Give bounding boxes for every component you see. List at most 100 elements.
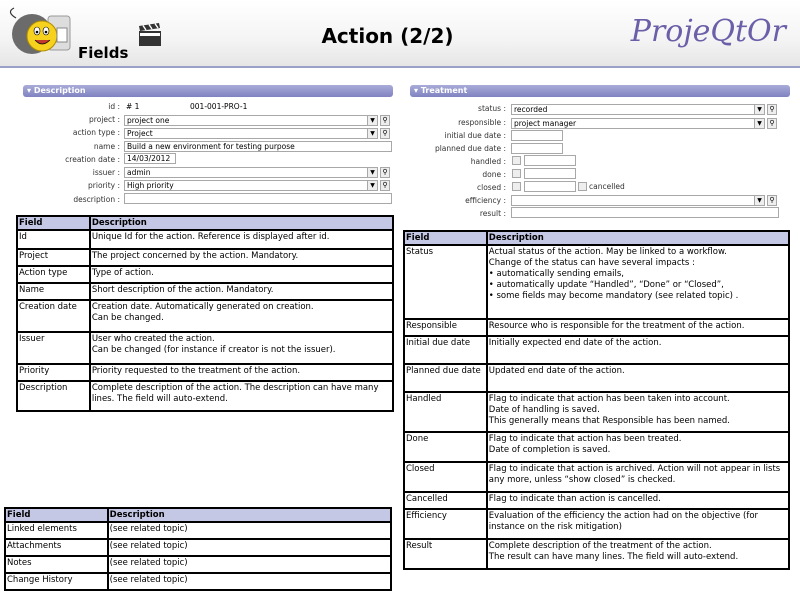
initial-due-date-input[interactable] xyxy=(511,130,563,141)
description-cell: User who created the action. Can be chang… xyxy=(88,331,395,365)
table-header-description: Description xyxy=(485,230,791,246)
initial-due-date-label: initial due date : xyxy=(444,131,506,140)
action-type-select-value: Project xyxy=(127,129,153,138)
responsible-select-value: project manager xyxy=(514,119,577,128)
handled-date-input[interactable] xyxy=(524,155,576,166)
description-cell: Evaluation of the efficiency the action … xyxy=(485,508,791,540)
handled-label: handled : xyxy=(470,157,506,166)
result-textarea[interactable] xyxy=(511,207,779,218)
table-row: Name Short description of the action. Man… xyxy=(16,282,395,301)
chevron-down-icon[interactable]: ▼ xyxy=(367,116,377,125)
responsible-select[interactable]: project manager ▼ xyxy=(511,118,765,129)
description-cell: Type of action. xyxy=(88,265,395,284)
handled-checkbox[interactable] xyxy=(512,156,521,165)
chevron-down-icon[interactable]: ▼ xyxy=(754,119,764,128)
field-cell: Creation date xyxy=(16,299,91,333)
description-textarea[interactable] xyxy=(124,193,392,204)
table-header-row: Field Description xyxy=(4,507,393,523)
responsible-label: responsible : xyxy=(458,118,506,127)
table-row: Handled Flag to indicate that action has … xyxy=(403,391,791,433)
name-input[interactable]: Build a new environment for testing purp… xyxy=(124,141,392,152)
table-header-description: Description xyxy=(88,215,395,231)
description-cell: Flag to indicate that action has been tr… xyxy=(485,431,791,463)
status-label: status : xyxy=(478,104,506,113)
creation-date-input[interactable]: 14/03/2012 xyxy=(124,153,176,164)
table-row: Description Complete description of the a… xyxy=(16,380,395,412)
cancelled-checkbox[interactable] xyxy=(578,182,587,191)
search-icon: ⚲ xyxy=(382,168,388,176)
done-date-input[interactable] xyxy=(524,168,576,179)
chevron-down-icon[interactable]: ▼ xyxy=(754,105,764,114)
field-cell: Efficiency xyxy=(403,508,488,540)
description-cell: Complete description of the treatment of… xyxy=(485,538,791,570)
section-fields-table: Field Description Linked elements (see re… xyxy=(4,507,393,591)
table-header-field: Field xyxy=(4,507,109,523)
creation-date-label: creation date : xyxy=(65,155,120,164)
issuer-search-button[interactable]: ⚲ xyxy=(380,167,390,178)
search-icon: ⚲ xyxy=(382,116,388,124)
action-type-search-button[interactable]: ⚲ xyxy=(380,128,390,139)
table-row: Done Flag to indicate that action has bee… xyxy=(403,431,791,463)
table-header-description: Description xyxy=(106,507,393,523)
description-cell: The project concerned by the action. Man… xyxy=(88,248,395,267)
responsible-search-button[interactable]: ⚲ xyxy=(767,118,777,129)
table-row: Planned due date Updated end date of the … xyxy=(403,363,791,393)
table-row: Notes (see related topic) xyxy=(4,555,393,574)
chevron-down-icon[interactable]: ▼ xyxy=(367,168,377,177)
field-cell: Linked elements xyxy=(4,521,109,540)
chevron-down-icon[interactable]: ▼ xyxy=(754,196,764,205)
chevron-down-icon[interactable]: ▼ xyxy=(367,181,377,190)
search-icon: ⚲ xyxy=(382,181,388,189)
status-search-button[interactable]: ⚲ xyxy=(767,104,777,115)
table-row: Action type Type of action. xyxy=(16,265,395,284)
id-label: id : xyxy=(108,102,120,111)
id-reference: 001-001-PRO-1 xyxy=(190,102,248,111)
project-select[interactable]: project one ▼ xyxy=(124,115,378,126)
description-panel-header[interactable]: ▾ Description xyxy=(23,85,393,97)
planned-due-date-input[interactable] xyxy=(511,143,563,154)
description-cell: Flag to indicate that action has been ta… xyxy=(485,391,791,433)
closed-date-input[interactable] xyxy=(524,181,576,192)
status-select[interactable]: recorded ▼ xyxy=(511,104,765,115)
description-cell: Complete description of the action. The … xyxy=(88,380,395,412)
efficiency-select[interactable]: ▼ xyxy=(511,195,765,206)
field-cell: Description xyxy=(16,380,91,412)
issuer-select[interactable]: admin ▼ xyxy=(124,167,378,178)
field-cell: Cancelled xyxy=(403,491,488,510)
description-cell: Flag to indicate that action is archived… xyxy=(485,461,791,493)
search-icon: ⚲ xyxy=(769,119,775,127)
table-row: Closed Flag to indicate that action is ar… xyxy=(403,461,791,493)
table-row: Linked elements (see related topic) xyxy=(4,521,393,540)
action-type-select[interactable]: Project ▼ xyxy=(124,128,378,139)
done-checkbox[interactable] xyxy=(512,169,521,178)
description-cell: (see related topic) xyxy=(106,555,393,574)
description-cell: Actual status of the action. May be link… xyxy=(485,244,791,320)
description-fields-table: Field Description Id Unique Id for the ac… xyxy=(16,215,395,412)
treatment-panel-header[interactable]: ▾ Treatment xyxy=(410,85,790,97)
chevron-down-icon[interactable]: ▼ xyxy=(367,129,377,138)
description-label: description : xyxy=(73,195,120,204)
description-panel-title: Description xyxy=(33,86,86,95)
project-label: project : xyxy=(89,115,120,124)
closed-checkbox[interactable] xyxy=(512,182,521,191)
description-cell: Flag to indicate than action is cancelle… xyxy=(485,491,791,510)
priority-select[interactable]: High priority ▼ xyxy=(124,180,378,191)
search-icon: ⚲ xyxy=(769,105,775,113)
description-cell: Short description of the action. Mandato… xyxy=(88,282,395,301)
priority-search-button[interactable]: ⚲ xyxy=(380,180,390,191)
table-header-field: Field xyxy=(16,215,91,231)
efficiency-search-button[interactable]: ⚲ xyxy=(767,195,777,206)
result-label: result : xyxy=(479,209,506,218)
description-cell: (see related topic) xyxy=(106,538,393,557)
field-cell: Action type xyxy=(16,265,91,284)
project-search-button[interactable]: ⚲ xyxy=(380,115,390,126)
header-bar: Fields Action (2/2) ProjeQtOr xyxy=(0,0,800,68)
description-cell: Updated end date of the action. xyxy=(485,363,791,393)
description-cell: (see related topic) xyxy=(106,572,393,591)
table-row: Cancelled Flag to indicate than action is… xyxy=(403,491,791,510)
id-value: # 1 xyxy=(126,102,140,111)
description-cell: Creation date. Automatically generated o… xyxy=(88,299,395,333)
field-cell: Result xyxy=(403,538,488,570)
cancelled-label: cancelled xyxy=(589,182,625,191)
action-type-label: action type : xyxy=(72,128,120,137)
